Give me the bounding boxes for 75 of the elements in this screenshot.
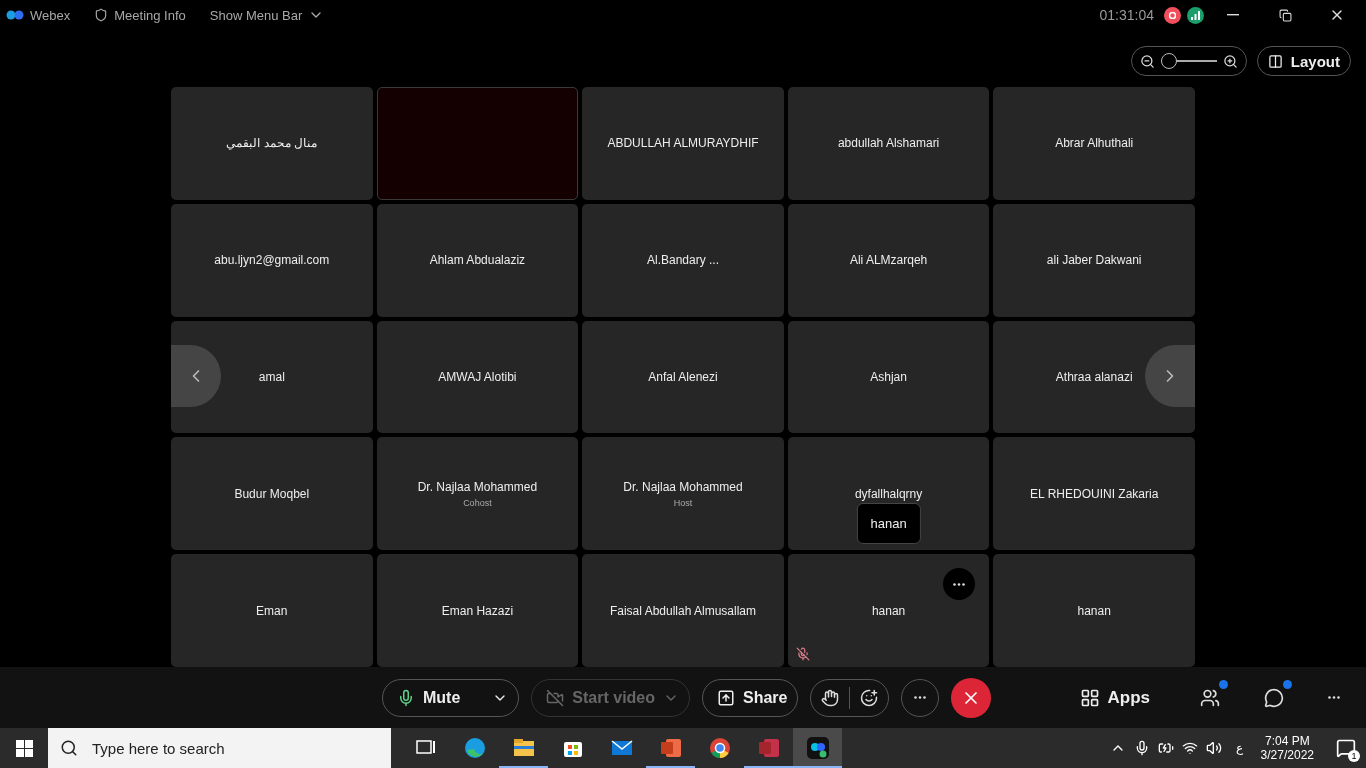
participant-name: Dr. Najlaa Mohammed [417,479,538,494]
wifi-icon[interactable] [1181,740,1198,756]
participant-role: Cohost [463,497,492,508]
show-menu-bar-button[interactable]: Show Menu Bar [209,7,325,23]
database-app-icon [756,736,781,760]
chat-icon [1264,687,1284,708]
hand-icon [821,688,840,707]
taskbar-app[interactable] [793,728,842,768]
language-indicator[interactable]: ع [1235,741,1243,755]
recording-icon [1164,6,1181,24]
muted-mic-icon [795,647,810,661]
participant-name: منال محمد البقمي [226,136,318,151]
participant-name: Ashjan [870,370,907,384]
windows-icon [15,739,33,757]
zoom-out-icon[interactable] [1139,53,1155,69]
participant-name: AMWAJ Alotibi [438,370,517,384]
logo-icon [6,8,24,22]
participant-name: EL RHEDOUINI Zakaria [1030,486,1159,501]
presentation-app-icon [658,736,683,760]
participant-name: amal [258,370,285,384]
meeting-app-icon [805,736,830,760]
share-icon [717,688,735,707]
participant-name: Budur Moqbel [234,486,310,501]
browser-icon [707,736,732,760]
notifications-button[interactable]: 1 [1332,734,1360,762]
layout-button[interactable]: Layout [1256,46,1351,76]
search-icon [60,739,78,757]
participant-name: Ali ALMzarqeh [849,253,928,268]
meeting-timer: 01:31:04 [1099,7,1154,23]
camera-off-icon [546,688,565,707]
participant-role: Host [673,497,693,508]
search-bar[interactable]: Type here to search [48,728,391,768]
battery-icon[interactable] [1157,740,1174,756]
participant-name: ali Jaber Dakwani [1046,253,1142,268]
volume-icon[interactable] [1205,740,1222,756]
people-icon [1200,687,1220,708]
participant-name: dyfallhalqrny [854,486,923,501]
participant-name: Eman Hazazi [441,603,514,618]
app-name: Webex [30,7,71,23]
participant-name: Ahlam Abdualaziz [429,253,526,268]
participant-name: ABDULLAH ALMURAYDHIF [607,136,759,151]
participant-name: Anfal Alenezi [648,370,718,384]
notification-dot [1283,679,1292,689]
ellipsis-icon [1328,696,1340,699]
leave-button[interactable] [951,677,992,718]
smiley-icon [860,688,879,707]
ellipsis-icon [953,582,966,586]
zoom-in-icon[interactable] [1222,53,1238,69]
participant-name: Dr. Najlaa Mohammed [623,479,743,494]
meeting-info-link[interactable]: Meeting Info [94,7,186,23]
participant-name: hanan [871,603,906,618]
grid-icon [1079,687,1100,708]
apps-button[interactable]: Apps [1073,686,1156,709]
microphone-icon [397,688,415,707]
participant-name: Eman [256,603,288,618]
shield-icon [94,8,109,22]
participant-name: Faisal Abdullah Almusallam [609,603,757,618]
message-icon [1336,738,1356,758]
ellipsis-icon [914,696,927,699]
participant-name: abdullah Alshamari [837,136,940,151]
participant-name: abu.ljyn2@gmail.com [214,253,330,268]
restore-icon [1278,8,1292,22]
browser-icon [462,736,487,760]
minimize-icon [1227,14,1239,16]
notification-dot [1219,679,1228,689]
participant-name: Athraa alanazi [1055,370,1133,384]
taskbar-clock[interactable]: 7:04 PM 3/27/2022 [1260,734,1314,762]
participant-name: hanan [1077,603,1111,618]
search-field[interactable]: Type here to search [90,738,379,758]
notification-count: 1 [1348,750,1360,762]
signal-icon [1187,6,1204,24]
layout-icon [1267,53,1283,69]
name-tooltip: hanan [856,503,921,545]
participant-name: Abrar Alhuthali [1055,136,1134,151]
participant-name: Al.Bandary ... [646,253,719,268]
